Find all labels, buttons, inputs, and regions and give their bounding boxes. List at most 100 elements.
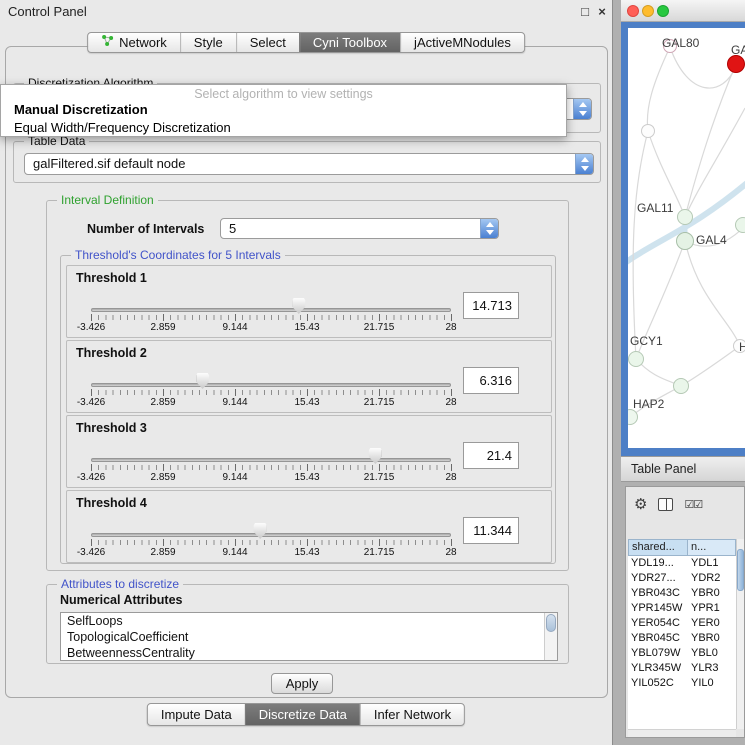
cyni-content-panel: Discretization Algorithm Select algorith…: [5, 46, 608, 698]
network-node-label: GCY1: [630, 334, 663, 348]
attribute-list-item[interactable]: SelfLoops: [61, 613, 557, 629]
table-scrollbar[interactable]: [736, 539, 744, 729]
attribute-list-item[interactable]: TopologicalCoefficient: [61, 629, 557, 645]
network-node-label: GAL80: [662, 36, 699, 50]
list-scrollbar[interactable]: [544, 613, 557, 660]
table-data-group: Table Data galFiltered.sif default node: [13, 141, 601, 183]
threshold-panel: Threshold 3 -3.426 2.859 9.144 15.43 21.…: [66, 415, 552, 488]
interval-definition-group-title: Interval Definition: [57, 193, 158, 208]
attributes-group-title: Attributes to discretize: [57, 577, 183, 592]
dropdown-option-manual-discretization[interactable]: Manual Discretization: [14, 102, 148, 117]
network-node-label: GAL11: [637, 201, 673, 215]
combo-arrows-icon[interactable]: [573, 99, 591, 119]
slider-thumb[interactable]: [254, 523, 267, 539]
table-panel-header: Table Panel: [621, 456, 745, 482]
slider-thumb[interactable]: [196, 373, 209, 389]
threshold-value-field[interactable]: 21.4: [463, 442, 519, 469]
apply-button[interactable]: Apply: [271, 673, 333, 694]
threshold-panel: Threshold 1 -3.426 2.859 9.144 15.43 21.…: [66, 265, 552, 338]
table-row[interactable]: YLR345W YLR3: [628, 661, 736, 676]
dropdown-placeholder-item: Select algorithm to view settings: [1, 87, 566, 101]
tab-network-label: Network: [119, 33, 167, 52]
table-row[interactable]: YER054C YER0: [628, 616, 736, 631]
control-panel-titlebar: Control Panel □ ×: [0, 0, 612, 24]
numerical-attributes-label: Numerical Attributes: [60, 593, 182, 607]
number-of-intervals-select[interactable]: 5: [220, 218, 499, 239]
network-node-label: H: [739, 340, 745, 354]
number-of-intervals-value: 5: [229, 219, 474, 238]
network-node[interactable]: [676, 232, 694, 250]
network-node[interactable]: [735, 217, 745, 233]
table-row[interactable]: YBR043C YBR0: [628, 586, 736, 601]
tab-jactivemnodules[interactable]: jActiveMNodules: [400, 33, 524, 52]
network-node-label: GA: [731, 43, 745, 57]
table-row[interactable]: YDL19... YDL1: [628, 556, 736, 571]
table-scrollbar-thumb[interactable]: [737, 549, 744, 591]
threshold-value-field[interactable]: 14.713: [463, 292, 519, 319]
control-panel-window: Control Panel □ × Network Style Select C…: [0, 0, 613, 745]
float-window-icon[interactable]: □: [578, 4, 592, 19]
network-view-frame: GAL80 GA GAL11 GAL4 GCY1 HAP2 H: [621, 22, 745, 456]
minimize-traffic-light-icon[interactable]: [642, 5, 654, 17]
threshold-panel: Threshold 4 -3.426 2.859 9.144 15.43 21.…: [66, 490, 552, 563]
gear-icon[interactable]: ⚙: [634, 497, 647, 512]
network-node[interactable]: [628, 351, 644, 367]
network-node-label: HAP2: [633, 397, 664, 411]
column-header-name[interactable]: n...: [688, 539, 736, 556]
table-row[interactable]: YBL079W YBL0: [628, 646, 736, 661]
tab-infer-network[interactable]: Infer Network: [360, 704, 464, 725]
thresholds-group-title: Threshold's Coordinates for 5 Intervals: [71, 248, 285, 263]
network-icon: [101, 33, 114, 52]
checkbox-icons[interactable]: ☑☑: [684, 498, 702, 511]
close-window-icon[interactable]: ×: [595, 4, 609, 19]
network-node-label: GAL4: [696, 233, 727, 247]
threshold-value-field[interactable]: 6.316: [463, 367, 519, 394]
number-of-intervals-label: Number of Intervals: [87, 222, 204, 236]
network-node[interactable]: [641, 124, 655, 138]
dropdown-option-equal-width-frequency[interactable]: Equal Width/Frequency Discretization: [14, 120, 231, 135]
table-header-row: shared... n...: [628, 539, 736, 556]
table-horizontal-scrollbar[interactable]: [628, 729, 736, 737]
tab-impute-data[interactable]: Impute Data: [148, 704, 245, 725]
table-row[interactable]: YPR145W YPR1: [628, 601, 736, 616]
network-node[interactable]: [673, 378, 689, 394]
table-toolbar: ⚙ ☑☑: [634, 492, 744, 516]
threshold-panel: Threshold 2 -3.426 2.859 9.144 15.43 21.…: [66, 340, 552, 413]
threshold-value-field[interactable]: 11.344: [463, 517, 519, 544]
list-scrollbar-thumb[interactable]: [546, 614, 556, 632]
attribute-list-item[interactable]: BetweennessCentrality: [61, 645, 557, 661]
slider-thumb[interactable]: [292, 298, 305, 314]
zoom-traffic-light-icon[interactable]: [657, 5, 669, 17]
network-node[interactable]: [727, 55, 745, 73]
interval-definition-group: Interval Definition Number of Intervals …: [46, 200, 569, 571]
table-data-select[interactable]: galFiltered.sif default node: [24, 153, 594, 175]
slider-thumb[interactable]: [369, 448, 382, 464]
algorithm-dropdown: Select algorithm to view settings Manual…: [0, 84, 567, 137]
table-data-value: galFiltered.sif default node: [33, 154, 569, 174]
network-window-titlebar: [621, 0, 745, 22]
tab-discretize-data[interactable]: Discretize Data: [245, 704, 360, 725]
table-panel-title: Table Panel: [631, 462, 696, 476]
tab-network[interactable]: Network: [88, 33, 180, 52]
table-row[interactable]: YIL052C YIL0: [628, 676, 736, 691]
table-panel-window: ⚙ ☑☑ shared... n... YDL19... YDL1 YDR27.…: [625, 486, 745, 738]
network-view-window: GAL80 GA GAL11 GAL4 GCY1 HAP2 H: [621, 0, 745, 456]
combo-arrows-icon[interactable]: [480, 219, 498, 238]
combo-arrows-icon[interactable]: [575, 154, 593, 174]
cyni-mode-tabs: Impute Data Discretize Data Infer Networ…: [147, 703, 465, 726]
desktop: Control Panel □ × Network Style Select C…: [0, 0, 745, 745]
tab-style[interactable]: Style: [180, 33, 236, 52]
network-node[interactable]: [677, 209, 693, 225]
column-header-shared-name[interactable]: shared...: [628, 539, 688, 556]
window-title: Control Panel: [8, 4, 87, 19]
close-traffic-light-icon[interactable]: [627, 5, 639, 17]
threshold-panels: Threshold 1 -3.426 2.859 9.144 15.43 21.…: [66, 265, 552, 565]
table-row[interactable]: YBR045C YBR0: [628, 631, 736, 646]
tab-select[interactable]: Select: [236, 33, 299, 52]
network-canvas[interactable]: GAL80 GA GAL11 GAL4 GCY1 HAP2 H: [628, 28, 745, 448]
control-panel-tabs: Network Style Select Cyni Toolbox jActiv…: [87, 32, 525, 53]
columns-icon[interactable]: [658, 498, 673, 511]
table-body: YDL19... YDL1 YDR27... YDR2 YBR043C YBR0…: [628, 556, 736, 729]
table-row[interactable]: YDR27... YDR2: [628, 571, 736, 586]
tab-cyni-toolbox[interactable]: Cyni Toolbox: [299, 33, 400, 52]
